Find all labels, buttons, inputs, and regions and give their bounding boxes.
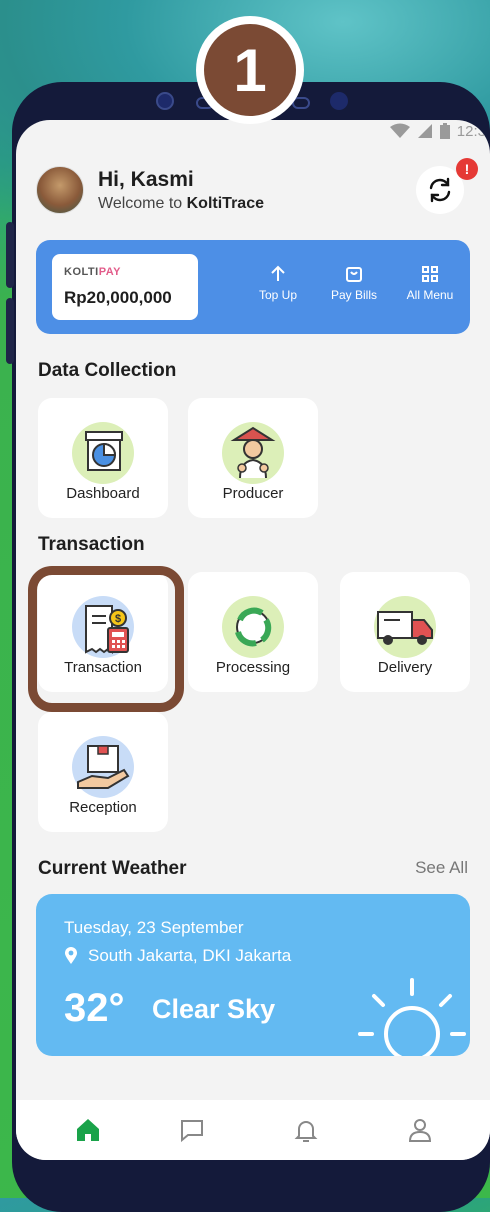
- bell-icon: [294, 1121, 318, 1142]
- signal-icon: [417, 124, 432, 138]
- notification-badge: !: [456, 158, 478, 180]
- tile-label: Dashboard: [66, 485, 140, 502]
- weather-date: Tuesday, 23 September: [64, 918, 244, 937]
- see-all-link[interactable]: See All: [415, 858, 468, 878]
- tile-label: Delivery: [377, 659, 433, 676]
- tile-reception[interactable]: Reception: [38, 712, 168, 832]
- location-pin-icon: [65, 947, 77, 964]
- tile-label: Processing: [215, 659, 291, 676]
- step-number: 1: [204, 24, 296, 116]
- wallet-card: KOLTIPAY Rp20,000,000 Top Up Pay Bills A…: [36, 240, 470, 334]
- chat-icon: [181, 1120, 203, 1143]
- wallet-balance: Rp20,000,000: [64, 288, 172, 307]
- tile-label: Producer: [222, 485, 284, 502]
- tile-producer[interactable]: Producer: [188, 398, 318, 518]
- app-name: KoltiTrace: [186, 194, 264, 212]
- bag-icon: [346, 267, 362, 282]
- greeting-header: Hi, Kasmi Welcome to KoltiTrace: [36, 166, 264, 214]
- tab-profile[interactable]: [402, 1112, 438, 1148]
- weather-condition: Clear Sky: [152, 994, 276, 1024]
- battery-icon: [439, 123, 450, 139]
- section-title-data-collection: Data Collection: [38, 360, 177, 381]
- phone-side-button: [6, 298, 14, 364]
- tile-delivery[interactable]: Delivery: [340, 572, 470, 692]
- greeting-title: Hi, Kasmi: [98, 167, 194, 191]
- bottom-tab-bar: [16, 1100, 490, 1160]
- arrow-up-icon: [271, 265, 285, 281]
- clock: 12:3: [456, 122, 486, 140]
- section-title-transaction: Transaction: [38, 534, 145, 555]
- highlight-frame: [28, 566, 184, 712]
- farmer-icon: [222, 422, 284, 484]
- sun-icon: [358, 978, 466, 1056]
- avatar[interactable]: [36, 166, 84, 214]
- home-icon: [77, 1119, 99, 1141]
- status-bar: 12:3: [389, 120, 490, 142]
- app-screen: 12:3 Hi, Kasmi Welcome to KoltiTrace ! K…: [16, 120, 490, 1160]
- dashboard-chart-icon: [72, 422, 134, 484]
- koltipay-logo: KOLTIPAY: [64, 266, 121, 278]
- front-camera-icon: [156, 92, 174, 110]
- package-hand-icon: [72, 736, 134, 798]
- truck-icon: [374, 596, 436, 658]
- grid-icon: [422, 266, 438, 282]
- weather-card[interactable]: Tuesday, 23 September South Jakarta, DKI…: [36, 894, 470, 1056]
- profile-icon: [408, 1119, 432, 1142]
- all-menu-button[interactable]: All Menu: [392, 264, 468, 302]
- top-up-button[interactable]: Top Up: [240, 264, 316, 302]
- wallet-balance-box[interactable]: KOLTIPAY Rp20,000,000: [52, 254, 198, 320]
- wifi-icon: [389, 123, 410, 138]
- section-title-weather: Current Weather: [38, 858, 187, 879]
- welcome-text: Welcome to KoltiTrace: [98, 194, 264, 212]
- step-badge: 1: [196, 16, 304, 124]
- tile-processing[interactable]: Processing: [188, 572, 318, 692]
- phone-side-button: [6, 222, 14, 288]
- sync-icon: [429, 177, 451, 203]
- tab-home[interactable]: [70, 1112, 106, 1148]
- recycle-icon: [222, 596, 284, 658]
- camera-icon: [330, 92, 348, 110]
- weather-temperature: 32°: [64, 986, 125, 1030]
- tab-messages[interactable]: [174, 1112, 210, 1148]
- weather-location: South Jakarta, DKI Jakarta: [64, 946, 291, 966]
- tile-label: Reception: [69, 799, 137, 816]
- pay-bills-button[interactable]: Pay Bills: [316, 264, 392, 302]
- tile-dashboard[interactable]: Dashboard: [38, 398, 168, 518]
- tab-notifications[interactable]: [288, 1112, 324, 1148]
